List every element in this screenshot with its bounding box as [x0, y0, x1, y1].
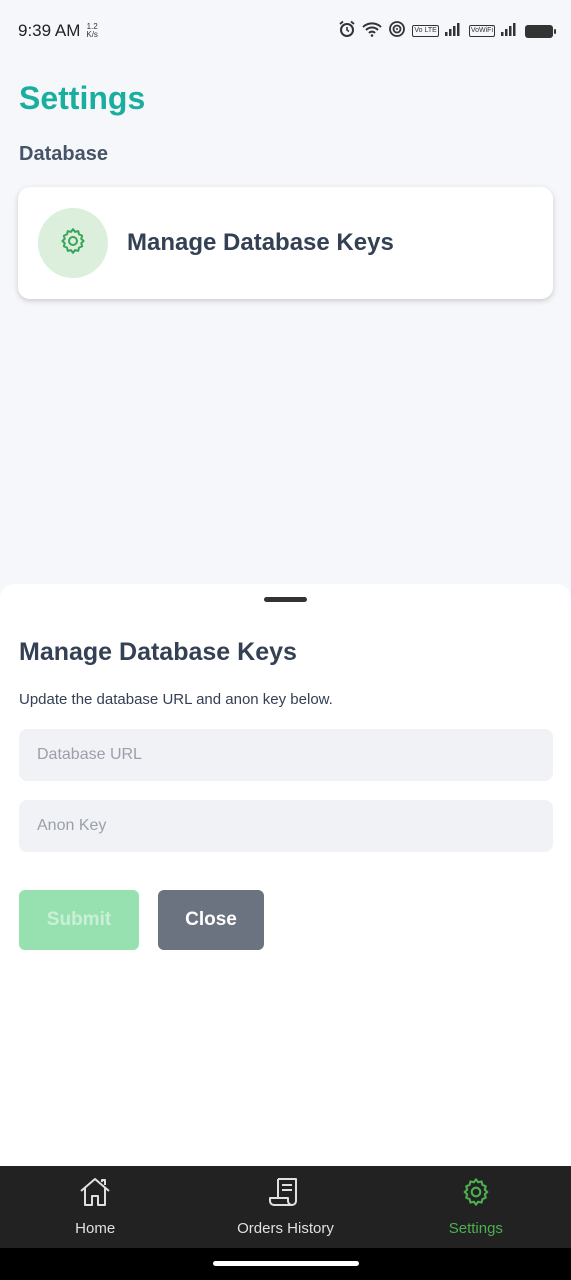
- network-speed-unit: K/s: [86, 30, 98, 39]
- status-bar: 9:39 AM 1.2 K/s Vo LTE VoWiFi: [0, 0, 571, 62]
- nav-item-settings[interactable]: Settings: [381, 1166, 571, 1248]
- close-button[interactable]: Close: [158, 890, 264, 950]
- nav-label-orders-history: Orders History: [237, 1220, 334, 1237]
- sheet-description: Update the database URL and anon key bel…: [19, 691, 333, 708]
- home-icon: [78, 1176, 112, 1213]
- bottom-sheet: Manage Database Keys Update the database…: [0, 584, 571, 1166]
- bottom-nav: Home Orders History Settings: [0, 1166, 571, 1248]
- card-icon-wrap: [38, 208, 108, 278]
- database-url-input[interactable]: [19, 729, 553, 781]
- manage-database-keys-card[interactable]: Manage Database Keys: [18, 187, 553, 299]
- gear-icon: [459, 1176, 493, 1213]
- nav-item-home[interactable]: Home: [0, 1166, 190, 1248]
- vowifi-badge: VoWiFi: [468, 25, 495, 37]
- receipt-icon: [268, 1176, 302, 1213]
- page-title: Settings: [19, 80, 146, 116]
- nav-item-orders-history[interactable]: Orders History: [190, 1166, 380, 1248]
- sheet-drag-handle[interactable]: [264, 597, 307, 602]
- nav-label-settings: Settings: [448, 1220, 503, 1237]
- volte-badge: Vo LTE: [412, 25, 439, 37]
- submit-button[interactable]: Submit: [19, 890, 139, 950]
- wifi-icon: [362, 21, 383, 42]
- sheet-title: Manage Database Keys: [19, 638, 297, 666]
- card-label: Manage Database Keys: [127, 229, 394, 256]
- status-time: 9:39 AM: [18, 21, 81, 40]
- status-left: 9:39 AM 1.2 K/s: [18, 21, 98, 41]
- battery-icon: [525, 24, 556, 38]
- nav-label-home: Home: [75, 1220, 116, 1237]
- anon-key-input[interactable]: [19, 800, 553, 852]
- signal-icon: [444, 22, 463, 41]
- home-gesture-pill[interactable]: [213, 1261, 359, 1266]
- status-right: Vo LTE VoWiFi: [338, 20, 556, 43]
- network-speed: 1.2 K/s: [86, 23, 98, 39]
- system-nav-bar: [0, 1248, 571, 1280]
- section-title: Database: [19, 143, 108, 165]
- gear-icon: [58, 226, 88, 261]
- alarm-icon: [338, 20, 356, 43]
- signal-icon-2: [501, 22, 519, 41]
- hotspot-icon: [388, 20, 406, 43]
